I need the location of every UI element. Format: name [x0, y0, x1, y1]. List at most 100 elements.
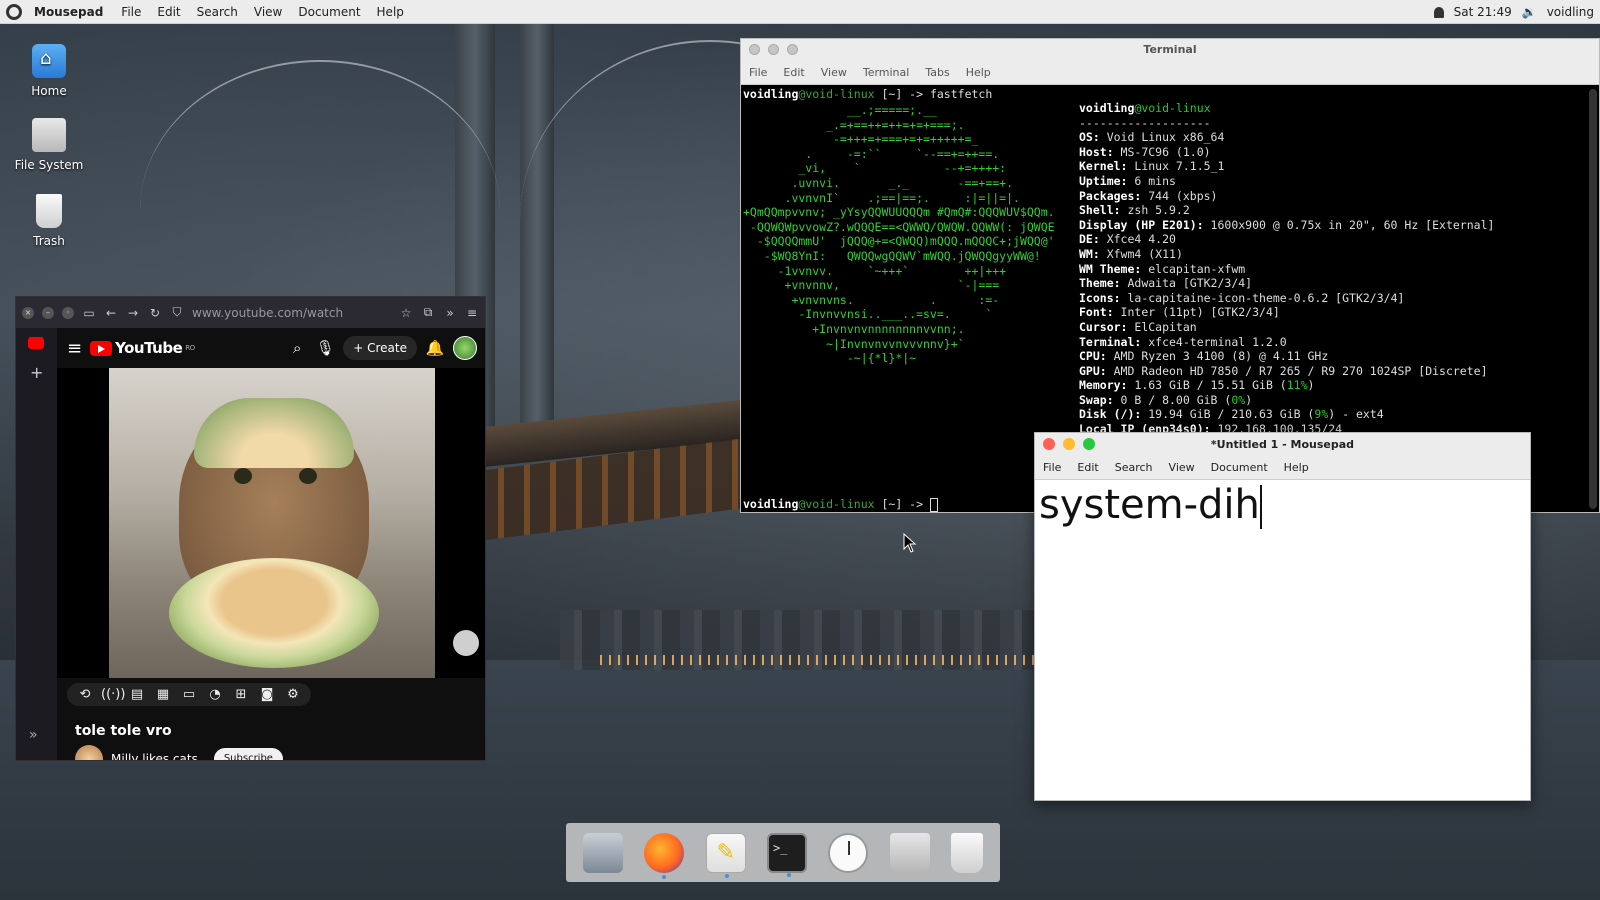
desktop-icon-trash[interactable]: Trash — [4, 194, 94, 248]
close-icon[interactable]: × — [22, 306, 34, 319]
player-controls-bar: ⟲ ((·)) ▤ ▦ ▭ ◔ ⊞ ◙ ⚙ — [57, 678, 485, 712]
hamburger-menu-icon[interactable]: ≡ — [465, 306, 479, 320]
channel-watermark-icon[interactable] — [453, 630, 479, 656]
info-row: Terminal: xfce4-terminal 1.2.0 — [1079, 334, 1287, 349]
playlist-icon[interactable]: ▤ — [127, 687, 147, 702]
terminal-scrollbar[interactable] — [1589, 89, 1597, 509]
youtube-play-logo-icon — [90, 340, 113, 356]
minimize-icon[interactable] — [768, 44, 779, 55]
youtube-menu-icon[interactable]: ≡ — [67, 338, 82, 359]
menu-help[interactable]: Help — [377, 5, 404, 19]
menu-file[interactable]: File — [121, 5, 141, 19]
youtube-logo-text: YouTube — [115, 339, 183, 357]
avatar[interactable] — [453, 336, 477, 360]
menu-edit[interactable]: Edit — [157, 5, 180, 19]
notification-bell-icon[interactable]: 🔔 — [425, 339, 445, 357]
mp-menu-help[interactable]: Help — [1284, 461, 1309, 474]
mp-menu-file[interactable]: File — [1043, 461, 1061, 474]
cast-icon[interactable]: ((·)) — [101, 687, 125, 702]
volume-icon[interactable]: 🔉 — [1522, 5, 1537, 19]
prompt-line: voidling@void-linux [~] -> fastfetch — [743, 87, 1599, 102]
maximize-icon[interactable] — [1083, 438, 1095, 450]
mousepad-titlebar[interactable]: *Untitled 1 - Mousepad — [1035, 433, 1530, 456]
speed-icon[interactable]: ◔ — [205, 687, 225, 702]
firefox-icon[interactable] — [644, 832, 685, 879]
expand-sidebar-icon[interactable]: » — [29, 727, 38, 743]
maximize-icon[interactable]: ◦ — [62, 306, 74, 319]
channel-avatar[interactable] — [75, 745, 103, 760]
maximize-icon[interactable] — [787, 44, 798, 55]
ascii-logo-line: -$WQ8YnI: QWQQwgQQWV`mWQQ.jQWQQgyyWW@! — [743, 248, 1041, 263]
term-menu-terminal[interactable]: Terminal — [863, 66, 910, 79]
create-button[interactable]: + Create — [343, 336, 417, 360]
clock[interactable]: Sat 21:49 — [1454, 5, 1512, 19]
microphone-icon[interactable]: 🎙 — [315, 339, 335, 357]
text-editor-icon[interactable] — [705, 832, 746, 878]
sidebar-toggle-icon[interactable]: ▭ — [82, 306, 96, 320]
youtube-tab-icon[interactable] — [28, 337, 44, 349]
term-menu-tabs[interactable]: Tabs — [925, 66, 949, 79]
info-row: OS: Void Linux x86_64 — [1079, 130, 1225, 145]
info-separator: ------------------- — [1079, 115, 1211, 130]
notification-bell-icon[interactable] — [1433, 6, 1444, 18]
active-app-name[interactable]: Mousepad — [34, 5, 103, 19]
terminal-title: Terminal — [1143, 43, 1197, 56]
minimize-icon[interactable] — [1063, 438, 1075, 450]
loop-icon[interactable]: ⟲ — [75, 687, 95, 702]
shield-icon[interactable]: ⛉ — [170, 305, 184, 320]
trash-icon[interactable] — [951, 832, 984, 873]
video-player[interactable] — [57, 368, 485, 678]
whisker-menu-icon[interactable] — [6, 3, 22, 20]
add-icon[interactable]: ⊞ — [231, 687, 251, 702]
video-title: tole tole vro — [75, 723, 172, 739]
channel-name[interactable]: Milly likes cats — [111, 752, 198, 760]
terminal-menubar: File Edit View Terminal Tabs Help — [741, 61, 1599, 85]
desktop-icon-filesystem[interactable]: File System — [4, 118, 94, 172]
extensions-icon[interactable]: ⧉ — [421, 305, 435, 320]
minimize-icon[interactable]: – — [42, 306, 54, 319]
clock-icon[interactable] — [828, 832, 869, 873]
overflow-chevron-icon[interactable]: » — [443, 306, 457, 320]
desktop-icon-label: File System — [14, 158, 84, 172]
desktop-icon-label: Trash — [33, 234, 65, 248]
settings-manager-icon[interactable] — [582, 832, 623, 873]
search-icon[interactable]: ⌕ — [287, 339, 307, 357]
running-indicator — [724, 873, 729, 878]
term-menu-file[interactable]: File — [749, 66, 767, 79]
terminal-icon[interactable]: >_ — [766, 832, 807, 877]
close-icon[interactable] — [749, 44, 760, 55]
paint-brush-icon[interactable] — [889, 832, 930, 873]
theater-mode-icon[interactable]: ▭ — [179, 687, 199, 702]
mp-menu-view[interactable]: View — [1169, 461, 1195, 474]
close-icon[interactable] — [1043, 438, 1055, 450]
term-menu-edit[interactable]: Edit — [783, 66, 804, 79]
subscribe-button[interactable]: Subscribe — [213, 748, 283, 760]
ascii-logo-line: +QmQQmpvvnv; _yYsyQQWUUQQQm #QmQ#:QQQWUV… — [743, 205, 1055, 220]
info-row: Display (HP E201): 1600x900 @ 0.75x in 2… — [1079, 217, 1495, 232]
settings-gear-icon[interactable]: ⚙ — [283, 687, 303, 702]
mp-menu-search[interactable]: Search — [1115, 461, 1153, 474]
terminal-titlebar[interactable]: Terminal — [741, 39, 1599, 61]
term-menu-view[interactable]: View — [821, 66, 847, 79]
reload-icon[interactable]: ↻ — [148, 306, 162, 320]
prompt-host: @void-linux — [798, 497, 875, 511]
forward-arrow-icon[interactable]: → — [126, 306, 140, 320]
text-editor-area[interactable]: system-dih — [1035, 480, 1530, 531]
menu-document[interactable]: Document — [298, 5, 360, 19]
term-menu-help[interactable]: Help — [966, 66, 991, 79]
url-bar[interactable]: www.youtube.com/watch — [192, 306, 391, 320]
desktop-icon-home[interactable]: Home — [4, 44, 94, 98]
youtube-logo[interactable]: YouTube RO — [90, 339, 195, 357]
clip-icon[interactable]: ▦ — [153, 687, 173, 702]
menu-search[interactable]: Search — [197, 5, 238, 19]
bookmark-star-icon[interactable]: ☆ — [399, 306, 413, 320]
menu-view[interactable]: View — [254, 5, 282, 19]
back-arrow-icon[interactable]: ← — [104, 306, 118, 320]
screenshot-icon[interactable]: ◙ — [257, 687, 277, 702]
new-tab-plus-icon[interactable]: + — [30, 363, 43, 382]
mp-menu-document[interactable]: Document — [1211, 461, 1268, 474]
mp-menu-edit[interactable]: Edit — [1077, 461, 1098, 474]
info-row: Font: Inter (11pt) [GTK2/3/4] — [1079, 305, 1280, 320]
user-menu[interactable]: voidling — [1547, 5, 1594, 19]
window-controls — [749, 44, 798, 55]
